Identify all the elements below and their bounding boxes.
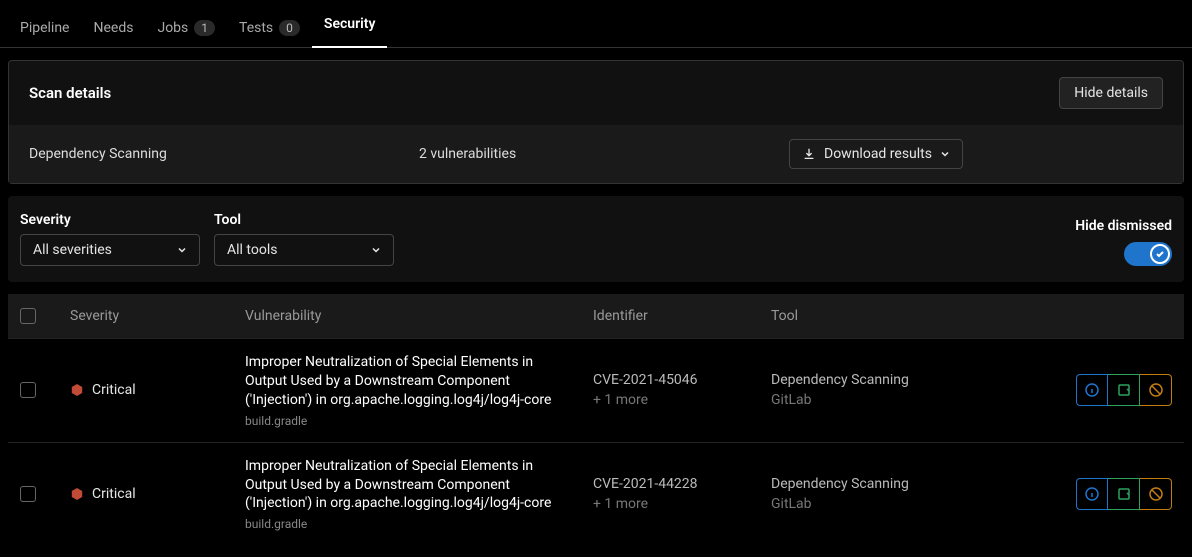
- tab-badge: 0: [279, 20, 300, 36]
- scan-row: Dependency Scanning 2 vulnerabilities Do…: [9, 125, 1183, 183]
- scan-type: Dependency Scanning: [29, 146, 419, 162]
- vuln-file: build.gradle: [245, 414, 577, 428]
- header-vulnerability: Vulnerability: [245, 308, 593, 324]
- confirm-action-button[interactable]: [1108, 374, 1140, 406]
- tab-needs[interactable]: Needs: [82, 8, 146, 47]
- info-icon: [1084, 486, 1100, 502]
- severity-text: Critical: [92, 486, 136, 502]
- table-row: Critical Improper Neutralization of Spec…: [8, 442, 1184, 546]
- severity-select[interactable]: All severities: [20, 234, 200, 266]
- tab-label: Security: [324, 16, 376, 32]
- select-all-checkbox[interactable]: [20, 308, 36, 324]
- dismiss-action-button[interactable]: [1140, 374, 1172, 406]
- chevron-down-icon: [940, 149, 950, 159]
- severity-label: Severity: [20, 212, 200, 228]
- check-icon: [1155, 249, 1165, 259]
- tool-vendor: GitLab: [771, 496, 1001, 512]
- confirm-action-button[interactable]: [1108, 478, 1140, 510]
- toggle-knob: [1150, 244, 1170, 264]
- info-action-button[interactable]: [1076, 374, 1108, 406]
- row-checkbox[interactable]: [20, 486, 36, 502]
- tool-label: Tool: [214, 212, 394, 228]
- severity-critical-icon: [70, 383, 84, 397]
- vuln-title[interactable]: Improper Neutralization of Special Eleme…: [245, 353, 577, 410]
- identifier-more: + 1 more: [593, 392, 771, 408]
- severity-filter: Severity All severities: [20, 212, 200, 266]
- tool-filter: Tool All tools: [214, 212, 394, 266]
- tab-pipeline[interactable]: Pipeline: [8, 8, 82, 47]
- ban-icon: [1148, 382, 1164, 398]
- ban-icon: [1148, 486, 1164, 502]
- panel-title: Scan details: [29, 84, 111, 102]
- tool-vendor: GitLab: [771, 392, 1001, 408]
- tool-select[interactable]: All tools: [214, 234, 394, 266]
- header-identifier: Identifier: [593, 308, 771, 324]
- tab-security[interactable]: Security: [312, 8, 388, 48]
- filters-bar: Severity All severities Tool All tools H…: [8, 196, 1184, 282]
- tab-label: Pipeline: [20, 20, 70, 36]
- issue-icon: [1116, 486, 1132, 502]
- identifier-more: + 1 more: [593, 496, 771, 512]
- chevron-down-icon: [177, 245, 187, 255]
- table-row: Critical Improper Neutralization of Spec…: [8, 338, 1184, 442]
- tab-label: Needs: [94, 20, 134, 36]
- tab-badge: 1: [194, 20, 215, 36]
- hide-details-button[interactable]: Hide details: [1059, 77, 1163, 109]
- tab-jobs[interactable]: Jobs 1: [145, 8, 227, 47]
- dismiss-action-button[interactable]: [1140, 478, 1172, 510]
- info-action-button[interactable]: [1076, 478, 1108, 510]
- vuln-title[interactable]: Improper Neutralization of Special Eleme…: [245, 457, 577, 514]
- vuln-count: 2 vulnerabilities: [419, 146, 789, 162]
- table-header: Severity Vulnerability Identifier Tool: [8, 294, 1184, 338]
- severity-selected: All severities: [33, 242, 112, 258]
- severity-text: Critical: [92, 382, 136, 398]
- panel-header: Scan details Hide details: [9, 61, 1183, 125]
- tab-label: Jobs: [157, 20, 188, 36]
- hide-dismissed-toggle[interactable]: [1124, 242, 1172, 266]
- tool-selected: All tools: [227, 242, 277, 258]
- tool-name: Dependency Scanning: [771, 372, 1001, 388]
- download-results-button[interactable]: Download results: [789, 139, 963, 169]
- download-icon: [802, 147, 816, 161]
- chevron-down-icon: [371, 245, 381, 255]
- identifier: CVE-2021-44228: [593, 476, 771, 492]
- row-checkbox[interactable]: [20, 382, 36, 398]
- vulnerabilities-table: Severity Vulnerability Identifier Tool C…: [8, 294, 1184, 545]
- identifier: CVE-2021-45046: [593, 372, 771, 388]
- header-severity: Severity: [70, 308, 245, 324]
- vuln-file: build.gradle: [245, 517, 577, 531]
- severity-critical-icon: [70, 487, 84, 501]
- issue-icon: [1116, 382, 1132, 398]
- hide-dismissed: Hide dismissed: [1075, 218, 1172, 266]
- hide-dismissed-label: Hide dismissed: [1075, 218, 1172, 234]
- info-icon: [1084, 382, 1100, 398]
- tab-tests[interactable]: Tests 0: [227, 8, 312, 47]
- header-tool: Tool: [771, 308, 1001, 324]
- download-label: Download results: [824, 146, 932, 162]
- tab-label: Tests: [239, 20, 273, 36]
- scan-details-panel: Scan details Hide details Dependency Sca…: [8, 60, 1184, 184]
- tool-name: Dependency Scanning: [771, 476, 1001, 492]
- tabs-bar: Pipeline Needs Jobs 1 Tests 0 Security: [0, 0, 1192, 48]
